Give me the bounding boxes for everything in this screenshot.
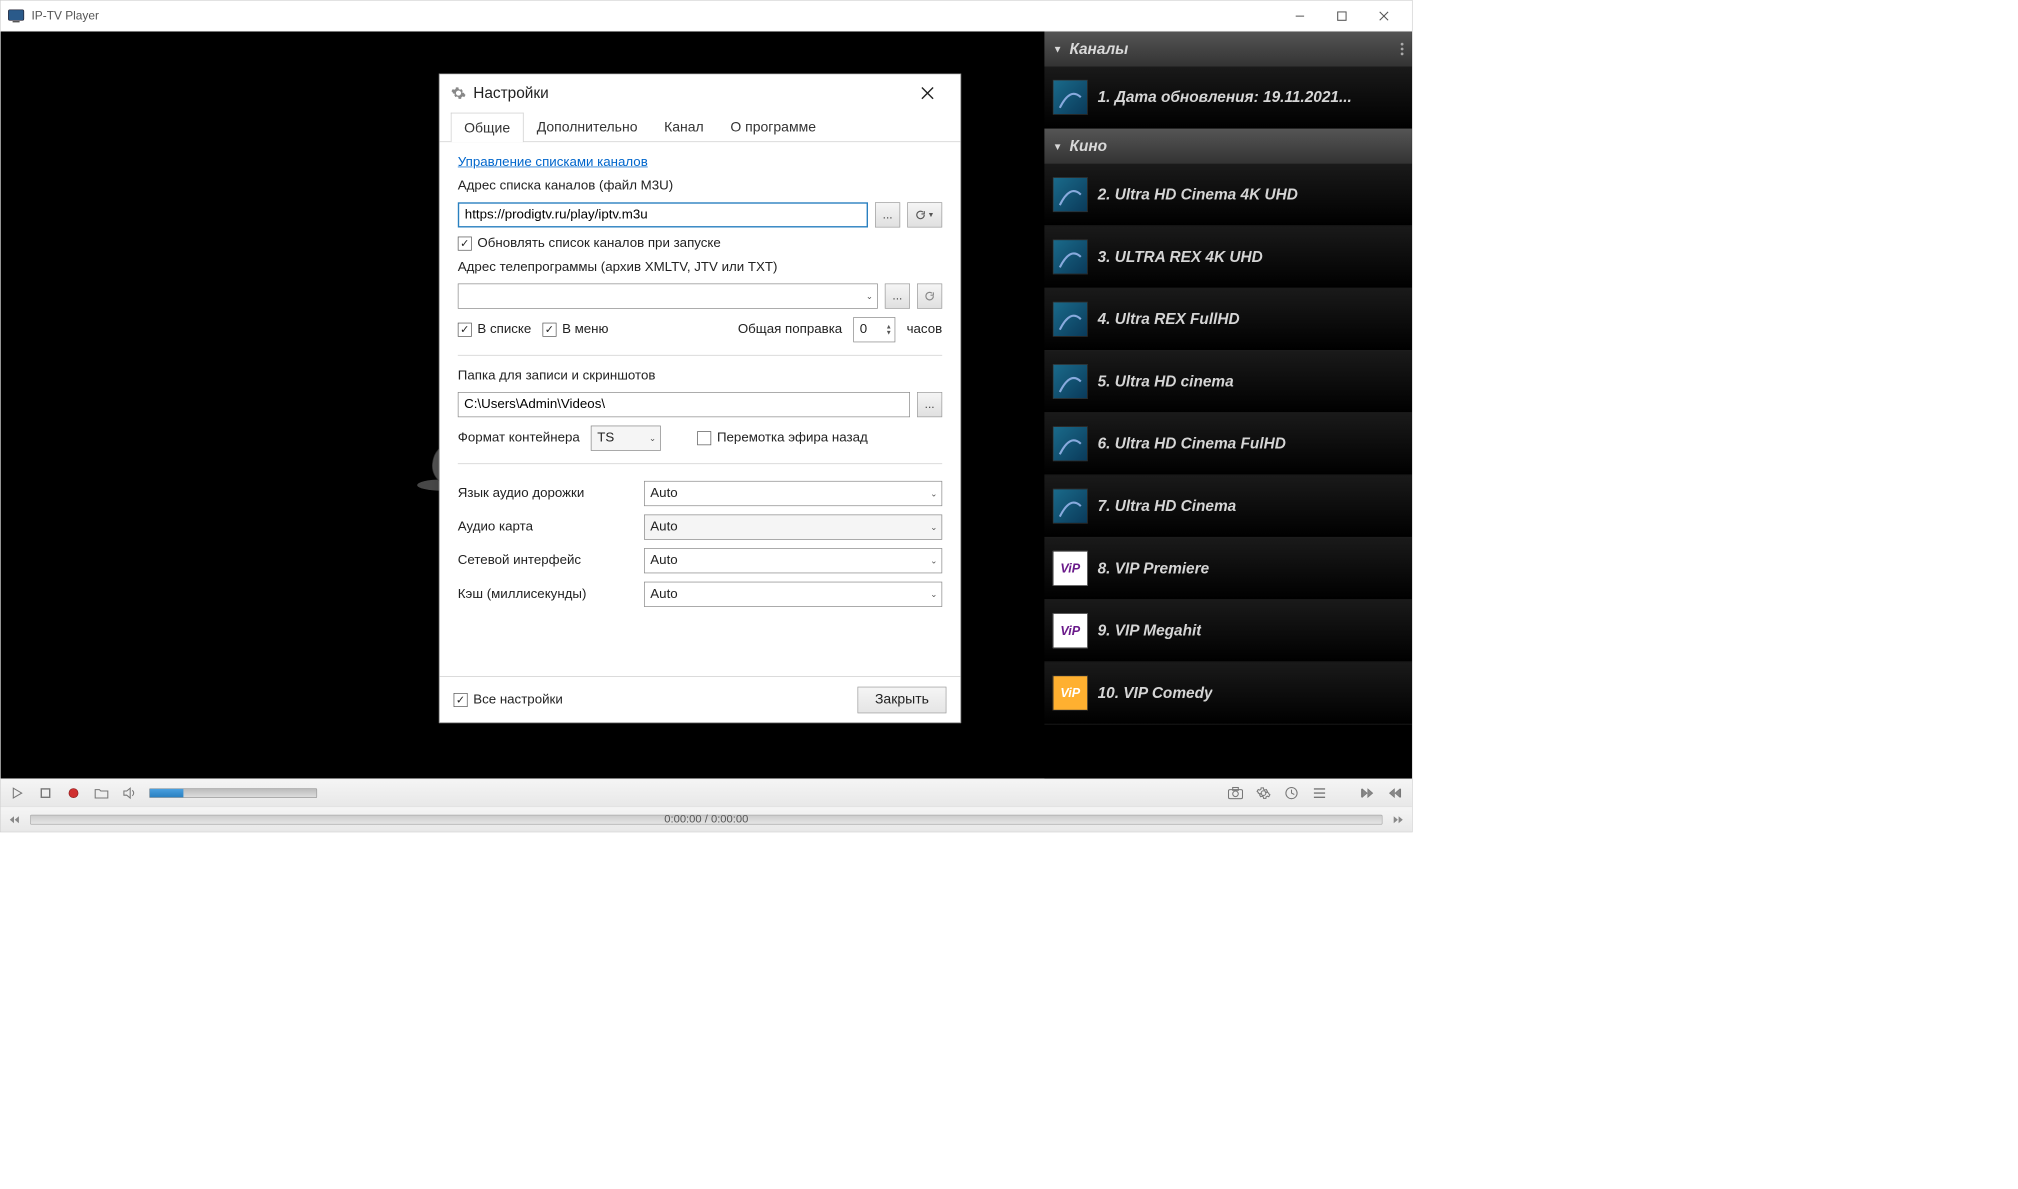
audio-lang-label: Язык аудио дорожки [458,486,633,501]
channel-icon [1053,80,1088,115]
chevron-down-icon: ▼ [1053,43,1063,54]
browse-epg-button[interactable]: ... [885,284,910,309]
epg-url-combo[interactable]: ⌄ [458,284,878,309]
cache-label: Кэш (миллисекунды) [458,587,633,602]
settings-button[interactable] [1255,784,1272,801]
in-list-checkbox[interactable]: ✓В списке [458,322,531,337]
sidebar-menu-icon[interactable] [1401,43,1404,56]
app-icon [8,9,25,23]
m3u-label: Адрес списка каналов (файл M3U) [458,179,942,194]
net-iface-label: Сетевой интерфейс [458,553,633,568]
seek-bar-row: 0:00:00 / 0:00:00 [1,806,1412,831]
channel-icon [1053,426,1088,461]
refresh-epg-button[interactable] [917,284,942,309]
browse-m3u-button[interactable]: ... [875,202,900,227]
offset-spinner[interactable]: 0 ▲▼ [853,317,895,342]
channel-item[interactable]: 5. Ultra HD cinema [1044,351,1412,413]
stop-button[interactable] [37,784,54,801]
container-format-combo[interactable]: TS⌄ [591,426,661,451]
close-settings-button[interactable]: Закрыть [857,686,946,713]
channel-item[interactable]: ViP8. VIP Premiere [1044,538,1412,600]
group-header-cinema[interactable]: ▼ Кино [1044,129,1412,164]
gear-icon [451,85,466,100]
channel-icon [1053,239,1088,274]
channel-icon [1053,489,1088,524]
screenshot-button[interactable] [1227,784,1244,801]
tab-about[interactable]: О программе [717,112,829,141]
channel-sidebar: ▼ Каналы 1. Дата обновления: 19.11.2021.… [1044,32,1412,779]
seek-forward-button[interactable] [1391,815,1404,823]
refresh-m3u-button[interactable]: ▼ [907,202,942,227]
channel-item[interactable]: 1. Дата обновления: 19.11.2021... [1044,67,1412,129]
channel-icon [1053,177,1088,212]
playlist-button[interactable] [1311,784,1328,801]
dialog-title: Настройки [473,84,914,102]
tab-advanced[interactable]: Дополнительно [523,112,650,141]
titlebar: IP-TV Player [1,1,1412,32]
audio-card-combo[interactable]: Auto⌄ [644,515,942,540]
rec-folder-input[interactable] [458,392,910,417]
seek-back-button[interactable] [9,815,22,823]
dialog-close-button[interactable] [921,87,949,100]
group-header-channels[interactable]: ▼ Каналы [1044,32,1412,67]
channel-item[interactable]: 3. ULTRA REX 4K UHD [1044,226,1412,288]
channel-icon: ViP [1053,676,1088,711]
minimize-button[interactable] [1279,0,1321,31]
channel-item[interactable]: 2. Ultra HD Cinema 4K UHD [1044,164,1412,226]
volume-button[interactable] [121,784,138,801]
open-file-button[interactable] [93,784,110,801]
time-display: 0:00:00 / 0:00:00 [664,813,748,826]
volume-slider[interactable] [149,788,317,798]
record-button[interactable] [65,784,82,801]
settings-dialog: Настройки Общие Дополнительно Канал О пр… [439,74,961,724]
net-iface-combo[interactable]: Auto⌄ [644,548,942,573]
channel-item[interactable]: 7. Ultra HD Cinema [1044,475,1412,537]
app-window: IP-TV Player Настройки [0,0,1413,832]
hours-label: часов [907,322,943,337]
audio-card-label: Аудио карта [458,519,633,534]
manage-channel-lists-link[interactable]: Управление списками каналов [458,155,942,170]
video-area[interactable]: Настройки Общие Дополнительно Канал О пр… [1,32,1045,779]
play-button[interactable] [9,784,26,801]
all-settings-checkbox[interactable]: ✓Все настройки [454,692,563,707]
offset-label: Общая поправка [738,322,842,337]
in-menu-checkbox[interactable]: ✓В меню [542,322,608,337]
channel-item[interactable]: 6. Ultra HD Cinema FulHD [1044,413,1412,475]
chevron-down-icon: ▼ [1053,141,1063,152]
epg-label: Адрес телепрограммы (архив XMLTV, JTV ил… [458,260,942,275]
close-button[interactable] [1363,0,1405,31]
channel-item[interactable]: ViP10. VIP Comedy [1044,662,1412,724]
player-controls [1,778,1412,806]
prev-track-button[interactable] [1359,784,1376,801]
channel-icon [1053,364,1088,399]
channel-item[interactable]: ViP9. VIP Megahit [1044,600,1412,662]
cache-combo[interactable]: Auto⌄ [644,582,942,607]
schedule-button[interactable] [1283,784,1300,801]
tab-channel[interactable]: Канал [651,112,717,141]
window-title: IP-TV Player [32,9,1279,23]
container-label: Формат контейнера [458,431,580,446]
tabs: Общие Дополнительно Канал О программе [440,112,961,142]
channel-icon [1053,302,1088,337]
update-on-start-checkbox[interactable]: ✓Обновлять список каналов при запуске [458,236,942,251]
maximize-button[interactable] [1321,0,1363,31]
tab-general[interactable]: Общие [451,113,524,142]
channel-item[interactable]: 4. Ultra REX FullHD [1044,288,1412,350]
audio-lang-combo[interactable]: Auto⌄ [644,481,942,506]
rec-folder-label: Папка для записи и скриншотов [458,368,942,383]
rewind-checkbox[interactable]: Перемотка эфира назад [697,431,867,446]
next-track-button[interactable] [1387,784,1404,801]
browse-rec-folder-button[interactable]: ... [917,392,942,417]
channel-icon: ViP [1053,613,1088,648]
m3u-url-input[interactable] [458,202,868,227]
channel-icon: ViP [1053,551,1088,586]
